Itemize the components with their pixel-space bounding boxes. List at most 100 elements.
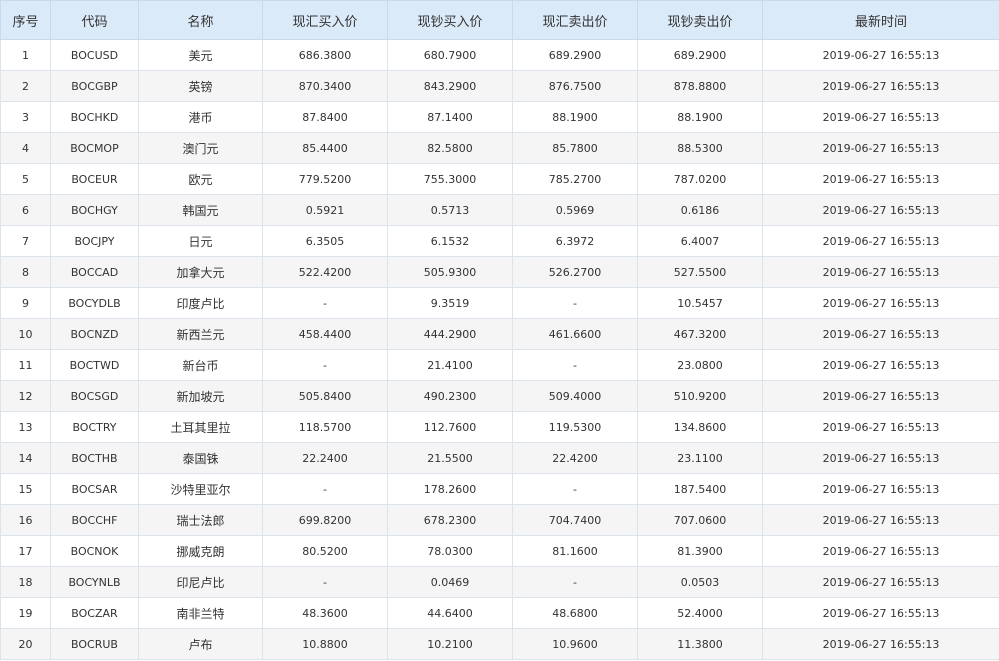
row-index: 8 [0,256,51,288]
currency-name[interactable]: 卢布 [138,628,263,660]
spot-buy-price: - [262,473,388,505]
currency-code[interactable]: BOCUSD [50,39,139,71]
currency-code[interactable]: BOCZAR [50,597,139,629]
currency-name[interactable]: 泰国铢 [138,442,263,474]
currency-code[interactable]: BOCYNLB [50,566,139,598]
cash-sell-price: 510.9200 [637,380,763,412]
currency-name[interactable]: 欧元 [138,163,263,195]
table-row[interactable]: 2 BOCGBP 英镑 870.3400 843.2900 876.7500 878.880… [0,70,999,102]
cash-sell-price: 11.3800 [637,628,763,660]
spot-sell-price: 689.2900 [512,39,638,71]
latest-time: 2019-06-27 16:55:13 [762,287,999,319]
currency-code[interactable]: BOCCHF [50,504,139,536]
currency-code[interactable]: BOCNZD [50,318,139,350]
latest-time: 2019-06-27 16:55:13 [762,349,999,381]
table-row[interactable]: 4 BOCMOP 澳门元 85.4400 82.5800 85.7800 88.5300 20… [0,132,999,164]
currency-name[interactable]: 韩国元 [138,194,263,226]
table-row[interactable]: 19 BOCZAR 南非兰特 48.3600 44.6400 48.6800 52.4000… [0,597,999,629]
currency-code[interactable]: BOCYDLB [50,287,139,319]
column-header-index[interactable]: 序号 [0,0,51,40]
column-header-name[interactable]: 名称 [138,0,263,40]
currency-code[interactable]: BOCRUB [50,628,139,660]
currency-name[interactable]: 南非兰特 [138,597,263,629]
currency-code[interactable]: BOCJPY [50,225,139,257]
table-row[interactable]: 9 BOCYDLB 印度卢比 -9.3519-10.5457 2019-06-27 16… [0,287,999,319]
column-header-spot-sell[interactable]: 现汇卖出价 [512,0,638,40]
currency-code[interactable]: BOCCAD [50,256,139,288]
table-row[interactable]: 7 BOCJPY 日元 6.3505 6.1532 6.3972 6.4007 2019-06… [0,225,999,257]
currency-code[interactable]: BOCSGD [50,380,139,412]
spot-buy-price: - [262,566,388,598]
spot-sell-price: 10.9600 [512,628,638,660]
currency-name[interactable]: 美元 [138,39,263,71]
spot-sell-price: 785.2700 [512,163,638,195]
column-header-cash-buy[interactable]: 现钞买入价 [387,0,513,40]
table-row[interactable]: 13 BOCTRY 土耳其里拉 118.5700 112.7600 119.5300 134… [0,411,999,443]
currency-code[interactable]: BOCEUR [50,163,139,195]
spot-buy-price: 87.8400 [262,101,388,133]
spot-sell-price: 526.2700 [512,256,638,288]
row-index: 1 [0,39,51,71]
currency-code[interactable]: BOCGBP [50,70,139,102]
currency-name[interactable]: 新台币 [138,349,263,381]
table-row[interactable]: 6 BOCHGY 韩国元 0.5921 0.5713 0.5969 0.6186 2019-0… [0,194,999,226]
currency-name[interactable]: 沙特里亚尔 [138,473,263,505]
cash-sell-price: 10.5457 [637,287,763,319]
cash-buy-price: 87.1400 [387,101,513,133]
currency-name[interactable]: 新加坡元 [138,380,263,412]
currency-code[interactable]: BOCHGY [50,194,139,226]
table-row[interactable]: 17 BOCNOK 挪威克朗 80.5200 78.0300 81.1600 81.3900… [0,535,999,567]
table-row[interactable]: 15 BOCSAR 沙特里亚尔 -178.2600-187.5400 2019-06-2… [0,473,999,505]
table-row[interactable]: 10 BOCNZD 新西兰元 458.4400 444.2900 461.6600 467.… [0,318,999,350]
column-header-cash-sell[interactable]: 现钞卖出价 [637,0,763,40]
cash-sell-price: 88.1900 [637,101,763,133]
spot-buy-price: 699.8200 [262,504,388,536]
currency-code[interactable]: BOCTHB [50,442,139,474]
cash-sell-price: 81.3900 [637,535,763,567]
table-row[interactable]: 20 BOCRUB 卢布 10.8800 10.2100 10.9600 11.3800 20… [0,628,999,660]
spot-sell-price: 48.6800 [512,597,638,629]
column-header-latest-time[interactable]: 最新时间 [762,0,999,40]
table-row[interactable]: 5 BOCEUR 欧元 779.5200 755.3000 785.2700 787.020… [0,163,999,195]
row-index: 18 [0,566,51,598]
table-row[interactable]: 8 BOCCAD 加拿大元 522.4200 505.9300 526.2700 527.5… [0,256,999,288]
currency-code[interactable]: BOCSAR [50,473,139,505]
currency-name[interactable]: 新西兰元 [138,318,263,350]
currency-name[interactable]: 港币 [138,101,263,133]
currency-name[interactable]: 加拿大元 [138,256,263,288]
table-row[interactable]: 1 BOCUSD 美元 686.3800 680.7900 689.2900 689.290… [0,39,999,71]
table-row[interactable]: 18 BOCYNLB 印尼卢比 -0.0469-0.0503 2019-06-27 16… [0,566,999,598]
table-row[interactable]: 12 BOCSGD 新加坡元 505.8400 490.2300 509.4000 510.… [0,380,999,412]
cash-sell-price: 467.3200 [637,318,763,350]
exchange-rate-table: 序号 代码 名称 现汇买入价 现钞买入价 现汇卖出价 现钞卖出价 最新时间 1B… [0,0,999,660]
row-index: 10 [0,318,51,350]
currency-name[interactable]: 土耳其里拉 [138,411,263,443]
latest-time: 2019-06-27 16:55:13 [762,411,999,443]
cash-sell-price: 52.4000 [637,597,763,629]
currency-name[interactable]: 印度卢比 [138,287,263,319]
column-header-code[interactable]: 代码 [50,0,139,40]
table-row[interactable]: 11 BOCTWD 新台币 -21.4100-23.0800 2019-06-27 16… [0,349,999,381]
table-row[interactable]: 14 BOCTHB 泰国铢 22.2400 21.5500 22.4200 23.1100 2… [0,442,999,474]
column-header-spot-buy[interactable]: 现汇买入价 [262,0,388,40]
cash-buy-price: 82.5800 [387,132,513,164]
cash-sell-price: 88.5300 [637,132,763,164]
currency-name[interactable]: 日元 [138,225,263,257]
currency-code[interactable]: BOCMOP [50,132,139,164]
currency-name[interactable]: 印尼卢比 [138,566,263,598]
table-row[interactable]: 3 BOCHKD 港币 87.8400 87.1400 88.1900 88.1900 201… [0,101,999,133]
currency-code[interactable]: BOCTRY [50,411,139,443]
currency-name[interactable]: 英镑 [138,70,263,102]
table-row[interactable]: 16 BOCCHF 瑞士法郎 699.8200 678.2300 704.7400 707.… [0,504,999,536]
table-header-row: 序号 代码 名称 现汇买入价 现钞买入价 现汇卖出价 现钞卖出价 最新时间 [0,0,999,40]
currency-name[interactable]: 澳门元 [138,132,263,164]
currency-code[interactable]: BOCNOK [50,535,139,567]
currency-code[interactable]: BOCHKD [50,101,139,133]
currency-code[interactable]: BOCTWD [50,349,139,381]
latest-time: 2019-06-27 16:55:13 [762,194,999,226]
currency-name[interactable]: 瑞士法郎 [138,504,263,536]
currency-name[interactable]: 挪威克朗 [138,535,263,567]
cash-buy-price: 21.4100 [387,349,513,381]
spot-buy-price: 6.3505 [262,225,388,257]
cash-sell-price: 6.4007 [637,225,763,257]
